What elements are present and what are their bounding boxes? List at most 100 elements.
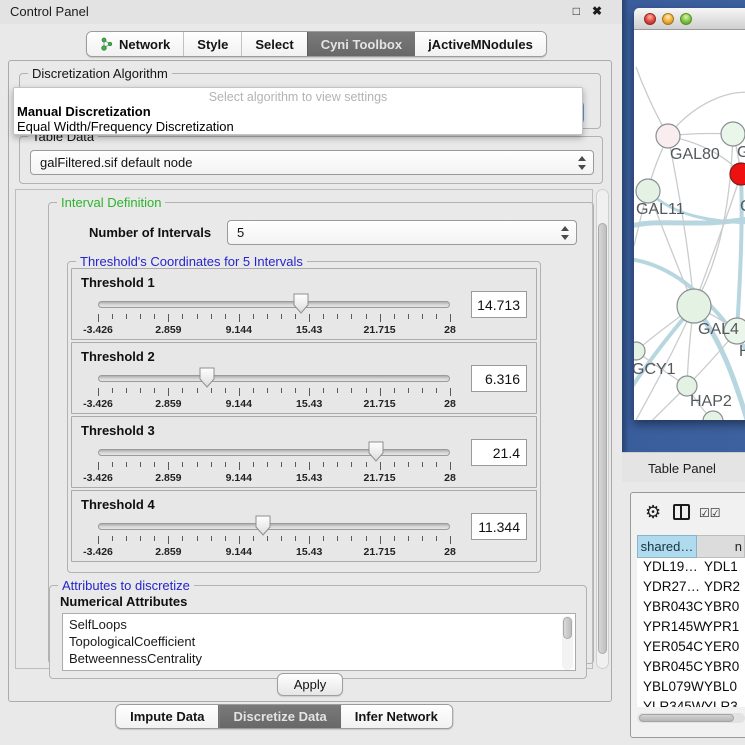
cell-shared-name[interactable]: YER054C [637,638,697,658]
threshold-value-field[interactable]: 14.713 [471,291,527,318]
cell-name[interactable]: YLR3 [697,698,745,707]
scrollbar-thumb[interactable] [563,617,572,639]
threshold-value-field[interactable]: 11.344 [471,513,527,540]
cell-shared-name[interactable]: YBR043C [637,598,697,618]
slider-thumb[interactable] [255,515,271,536]
table-toolbar: ⚙ ☑☑ [631,493,745,531]
cell-shared-name[interactable]: YBL079W [637,678,697,698]
tick-mark [154,388,155,393]
cell-name[interactable]: YBR0 [697,598,745,618]
tick-mark [197,388,198,393]
gear-icon[interactable]: ⚙ [645,503,661,521]
attribute-list-scrollbar[interactable] [562,616,573,670]
tab-cyni-toolbox[interactable]: Cyni Toolbox [307,32,415,56]
tick-mark [154,536,155,541]
column-header-shared-name[interactable]: shared… [637,535,697,558]
threshold-slider[interactable]: -3.4262.8599.14415.4321.71528 [98,369,450,411]
table-horizontal-scrollbar[interactable] [637,713,745,723]
network-window-titlebar[interactable] [634,8,745,30]
tab-label: Discretize Data [234,709,327,724]
threshold-value-field[interactable]: 21.4 [471,439,527,466]
slider-ticklabels: -3.4262.8599.14415.4321.71528 [98,472,450,484]
network-canvas[interactable]: GAL80GACGAL11GAL4GCY1HHAP2 [634,31,745,420]
table-row[interactable]: YBR043CYBR0 [637,598,745,618]
slider-ticks [98,314,450,322]
table-row[interactable]: YLR345WYLR3 [637,698,745,707]
tab-style[interactable]: Style [183,32,241,56]
tick-mark [112,388,113,393]
close-traffic-light[interactable] [644,13,656,25]
cell-name[interactable]: YBR0 [697,658,745,678]
tick-mark [211,536,212,541]
apply-button[interactable]: Apply [277,673,343,696]
attribute-item[interactable]: TopologicalCoefficient [69,633,575,650]
cell-shared-name[interactable]: YDL19… [637,558,697,578]
table-row[interactable]: YBL079WYBL0 [637,678,745,698]
tab-impute-data[interactable]: Impute Data [116,705,218,728]
tick-mark [394,314,395,319]
tick-mark [126,388,127,393]
tab-network[interactable]: Network [87,32,183,56]
slider-thumb[interactable] [368,441,384,462]
cell-shared-name[interactable]: YLR345W [637,698,697,707]
cell-name[interactable]: YBL0 [697,678,745,698]
cell-name[interactable]: YPR1 [697,618,745,638]
float-window-icon[interactable]: □ [573,4,580,18]
tab-infer-network[interactable]: Infer Network [341,705,452,728]
network-node[interactable] [677,289,711,323]
zoom-traffic-light[interactable] [680,13,692,25]
table-row[interactable]: YDR27…YDR2 [637,578,745,598]
group-title: Attributes to discretize [58,578,194,593]
scrollbar-thumb[interactable] [639,714,734,722]
minimize-traffic-light[interactable] [662,13,674,25]
slider-track[interactable] [98,523,450,530]
network-canvas-svg: GAL80GACGAL11GAL4GCY1HHAP2 [634,31,745,420]
tab-discretize-data[interactable]: Discretize Data [219,705,341,728]
slider-thumb[interactable] [293,293,309,314]
threshold-value-field[interactable]: 6.316 [471,365,527,392]
network-node[interactable] [636,179,660,203]
split-columns-icon[interactable] [673,504,690,520]
popup-item-manual-discretization[interactable]: Manual Discretization [17,104,151,119]
tick-mark [154,314,155,319]
threshold-slider[interactable]: -3.4262.8599.14415.4321.71528 [98,295,450,337]
cell-shared-name[interactable]: YPR145W [637,618,697,638]
scrollbar-thumb[interactable] [598,223,607,653]
tick-mark [380,536,381,544]
attribute-item[interactable]: BetweennessCentrality [69,650,575,667]
slider-track[interactable] [98,449,450,456]
attribute-list[interactable]: SelfLoopsTopologicalCoefficientBetweenne… [62,613,576,671]
tick-mark [239,536,240,544]
cell-shared-name[interactable]: YBR045C [637,658,697,678]
slider-track[interactable] [98,301,450,308]
tab-jactivemnodules[interactable]: jActiveMNodules [415,32,546,56]
close-window-icon[interactable]: ✖ [592,4,602,18]
network-node[interactable] [721,122,745,146]
tick-mark [98,536,99,544]
network-node[interactable] [656,124,680,148]
table-rows: YDL19…YDL1YDR27…YDR2YBR043CYBR0YPR145WYP… [637,558,745,707]
cell-name[interactable]: YER0 [697,638,745,658]
table-row[interactable]: YPR145WYPR1 [637,618,745,638]
threshold-slider[interactable]: -3.4262.8599.14415.4321.71528 [98,517,450,559]
tab-select[interactable]: Select [241,32,306,56]
cell-shared-name[interactable]: YDR27… [637,578,697,598]
tick-mark [154,462,155,467]
popup-item-equal-width-frequency[interactable]: Equal Width/Frequency Discretization [17,119,234,134]
table-row[interactable]: YBR045CYBR0 [637,658,745,678]
threshold-slider[interactable]: -3.4262.8599.14415.4321.71528 [98,443,450,485]
table-row[interactable]: YER054CYER0 [637,638,745,658]
tick-label: 9.144 [226,546,252,558]
settings-vertical-scrollbar[interactable] [596,189,609,669]
column-header-name[interactable]: n [697,535,745,558]
table-data-combobox[interactable]: galFiltered.sif default node [30,150,594,175]
select-columns-icon[interactable]: ☑☑ [699,506,721,520]
slider-track[interactable] [98,375,450,382]
table-row[interactable]: YDL19…YDL1 [637,558,745,578]
cell-name[interactable]: YDL1 [697,558,745,578]
num-intervals-combobox[interactable]: 5 [227,220,577,245]
slider-thumb[interactable] [199,367,215,388]
cell-name[interactable]: YDR2 [697,578,745,598]
network-node[interactable] [730,163,745,185]
attribute-item[interactable]: SelfLoops [69,616,575,633]
